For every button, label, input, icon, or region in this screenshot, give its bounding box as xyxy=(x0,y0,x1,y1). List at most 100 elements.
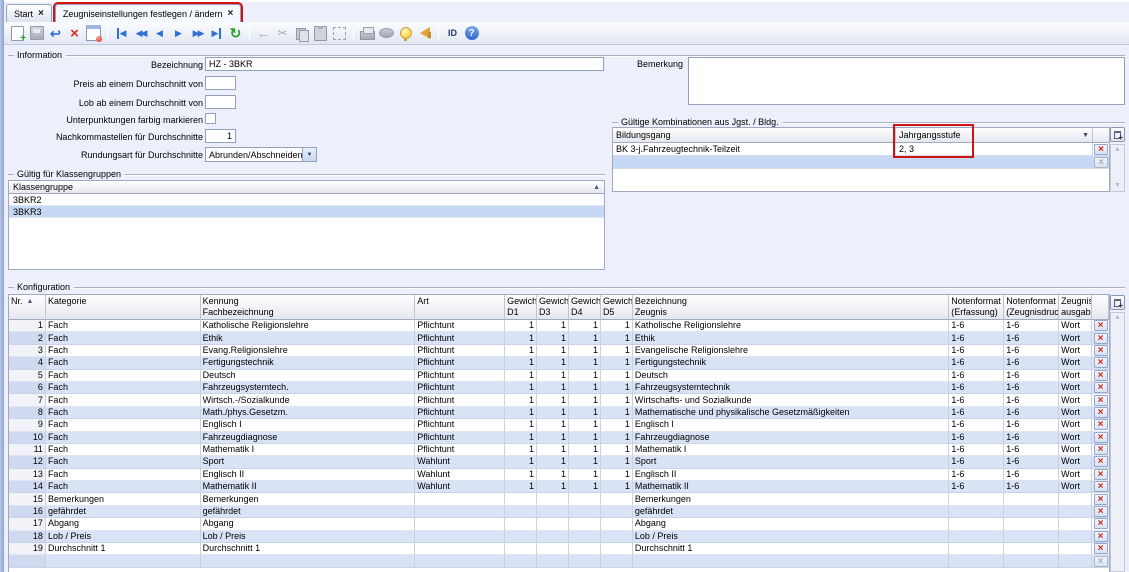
nachkommastellen-input[interactable]: 1 xyxy=(205,129,236,143)
delete-row-button[interactable]: × xyxy=(1094,370,1108,381)
konfig-column-header[interactable]: Gewicht D1 xyxy=(505,295,537,320)
konfig-row[interactable]: 13FachEnglisch IIWahlunt1111Englisch II1… xyxy=(9,469,1109,481)
print-icon[interactable] xyxy=(358,24,377,43)
kombination-row[interactable]: BK 3-j.Fahrzeugtechnik-Teilzeit2, 3× xyxy=(613,143,1109,156)
delete-row-button[interactable]: × xyxy=(1094,333,1108,344)
konfig-row[interactable]: 10FachFahrzeugdiagnosePflichtunt1111Fahr… xyxy=(9,432,1109,444)
konfig-row[interactable]: 15BemerkungenBemerkungenBemerkungen× xyxy=(9,493,1109,505)
konfig-row[interactable]: 3FachEvang.ReligionslehrePflichtunt1111E… xyxy=(9,345,1109,357)
filter-dropdown-icon[interactable]: ▼ xyxy=(1082,132,1089,139)
delete-row-button[interactable]: × xyxy=(1094,543,1108,554)
delete-row-button[interactable]: × xyxy=(1094,556,1108,567)
undo-icon[interactable] xyxy=(46,24,65,43)
konfig-row[interactable]: 16gefährdetgefährdetgefährdet× xyxy=(9,506,1109,518)
konfig-row[interactable]: 11FachMathematik IPflichtunt1111Mathemat… xyxy=(9,444,1109,456)
cut-icon[interactable] xyxy=(273,24,292,43)
rundungsart-dropdown[interactable]: Abrunden/Abschneiden ▼ xyxy=(205,147,317,162)
konfig-new-row[interactable]: × xyxy=(9,555,1109,567)
konfig-row[interactable]: 12FachSportWahlunt1111Sport1-61-6Wort× xyxy=(9,456,1109,468)
delete-row-button[interactable]: × xyxy=(1094,320,1108,331)
konfig-column-header[interactable]: Bezeichnung Zeugnis xyxy=(633,295,949,320)
scroll-up-icon[interactable]: ▲ xyxy=(1114,145,1121,155)
delete-row-button[interactable]: × xyxy=(1094,518,1108,529)
chevron-down-icon[interactable]: ▼ xyxy=(302,148,316,161)
delete-row-button[interactable]: × xyxy=(1094,444,1108,455)
delete-row-button[interactable]: × xyxy=(1094,481,1108,492)
preis-input[interactable] xyxy=(205,76,236,90)
stamp-icon[interactable] xyxy=(377,24,396,43)
konfig-column-header[interactable]: Kennung Fachbezeichnung xyxy=(201,295,416,320)
konfig-column-header[interactable]: Nr.▲ xyxy=(9,295,46,320)
delete-icon[interactable] xyxy=(65,24,84,43)
konfig-row[interactable]: 14FachMathematik IIWahlunt1111Mathematik… xyxy=(9,481,1109,493)
navigate-back-icon[interactable] xyxy=(254,24,273,43)
konfig-row[interactable]: 17AbgangAbgangAbgang× xyxy=(9,518,1109,530)
next-page-icon[interactable] xyxy=(188,24,207,43)
delete-row-button[interactable]: × xyxy=(1094,494,1108,505)
konfig-row[interactable]: 4FachFertigungstechnikPflichtunt1111Fert… xyxy=(9,357,1109,369)
delete-row-button[interactable]: × xyxy=(1094,345,1108,356)
konfig-row[interactable]: 5FachDeutschPflichtunt1111Deutsch1-61-6W… xyxy=(9,370,1109,382)
new-record-icon[interactable] xyxy=(8,24,27,43)
first-record-icon[interactable] xyxy=(112,24,131,43)
delete-row-button[interactable]: × xyxy=(1094,382,1108,393)
delete-row-button[interactable]: × xyxy=(1094,531,1108,542)
konfig-column-header[interactable]: Kategorie xyxy=(46,295,201,320)
delete-row-button[interactable]: × xyxy=(1094,395,1108,406)
edit-form-icon[interactable] xyxy=(84,24,103,43)
delete-row-button[interactable]: × xyxy=(1094,419,1108,430)
unterpunktungen-checkbox[interactable] xyxy=(205,113,216,124)
refresh-icon[interactable] xyxy=(226,24,245,43)
bemerkung-textarea[interactable] xyxy=(688,57,1125,105)
tab-start[interactable]: Start × xyxy=(6,4,52,22)
delete-row-button[interactable]: × xyxy=(1094,144,1108,155)
konfig-row[interactable]: 7FachWirtsch.-/SozialkundePflichtunt1111… xyxy=(9,394,1109,406)
tab-zeugniseinstellungen[interactable]: Zeugniseinstellungen festlegen / ändern … xyxy=(55,4,241,22)
delete-row-button[interactable]: × xyxy=(1094,357,1108,368)
konfig-row[interactable]: 9FachEnglisch IPflichtunt1111Englisch I1… xyxy=(9,419,1109,431)
customize-columns-button[interactable]: + xyxy=(1110,127,1125,142)
konfig-column-header[interactable]: Gewicht D5 xyxy=(601,295,633,320)
delete-row-button[interactable]: × xyxy=(1094,432,1108,443)
klassengruppe-column-header[interactable]: Klassengruppe ▲ xyxy=(9,181,604,194)
next-record-icon[interactable] xyxy=(169,24,188,43)
close-icon[interactable]: × xyxy=(227,9,233,18)
delete-row-button[interactable]: × xyxy=(1094,456,1108,467)
hint-icon[interactable] xyxy=(396,24,415,43)
bezeichnung-input[interactable]: HZ - 3BKR xyxy=(205,57,604,71)
konfig-column-header[interactable]: Art xyxy=(415,295,505,320)
konfig-column-header[interactable]: Zeugnis- ausgabe xyxy=(1059,295,1092,320)
help-icon[interactable] xyxy=(462,24,481,43)
konfig-row[interactable]: 19Durchschnitt 1Durchschnitt 1Durchschni… xyxy=(9,543,1109,555)
save-icon[interactable] xyxy=(27,24,46,43)
delete-row-button[interactable]: × xyxy=(1094,506,1108,517)
konfig-row[interactable]: 6FachFahrzeugsystemtech.Pflichtunt1111Fa… xyxy=(9,382,1109,394)
konfig-column-header[interactable]: Notenformat (Erfassung) xyxy=(949,295,1004,320)
klassengruppe-row[interactable]: 3BKR3 xyxy=(9,206,604,218)
konfig-row[interactable]: 18Lob / PreisLob / PreisLob / Preis× xyxy=(9,531,1109,543)
customize-columns-button[interactable]: + xyxy=(1110,295,1125,310)
scroll-down-icon[interactable]: ▼ xyxy=(1114,181,1121,191)
konfiguration-scrollbar[interactable]: ▲ xyxy=(1110,312,1125,572)
id-icon[interactable] xyxy=(443,24,462,43)
paste-icon[interactable] xyxy=(311,24,330,43)
konfig-column-header[interactable]: Gewicht D4 xyxy=(569,295,601,320)
prior-page-icon[interactable] xyxy=(131,24,150,43)
jahrgangsstufe-column-header[interactable]: Jahrgangsstufe ▼ xyxy=(896,128,1093,142)
klassengruppe-row[interactable]: 3BKR2 xyxy=(9,194,604,206)
last-record-icon[interactable] xyxy=(207,24,226,43)
konfig-column-header[interactable]: Notenformat (Zeugnisdruck) xyxy=(1004,295,1059,320)
scroll-up-icon[interactable]: ▲ xyxy=(1114,313,1121,323)
close-icon[interactable]: × xyxy=(38,9,44,18)
konfig-row[interactable]: 8FachMath./phys.Gesetzm.Pflichtunt1111Ma… xyxy=(9,407,1109,419)
kombinationen-scrollbar[interactable]: ▲ ▼ xyxy=(1110,144,1125,192)
bildungsgang-column-header[interactable]: Bildungsgang xyxy=(613,128,896,142)
delete-row-button[interactable]: × xyxy=(1094,157,1108,168)
notification-icon[interactable] xyxy=(415,24,434,43)
konfig-row[interactable]: 2FachEthikPflichtunt1111Ethik1-61-6Wort× xyxy=(9,332,1109,344)
konfig-row[interactable]: 1FachKatholische ReligionslehrePflichtun… xyxy=(9,320,1109,332)
konfig-column-header[interactable]: Gewicht D3 xyxy=(537,295,569,320)
copy-icon[interactable] xyxy=(292,24,311,43)
kombination-row[interactable]: × xyxy=(613,156,1109,169)
select-region-icon[interactable] xyxy=(330,24,349,43)
